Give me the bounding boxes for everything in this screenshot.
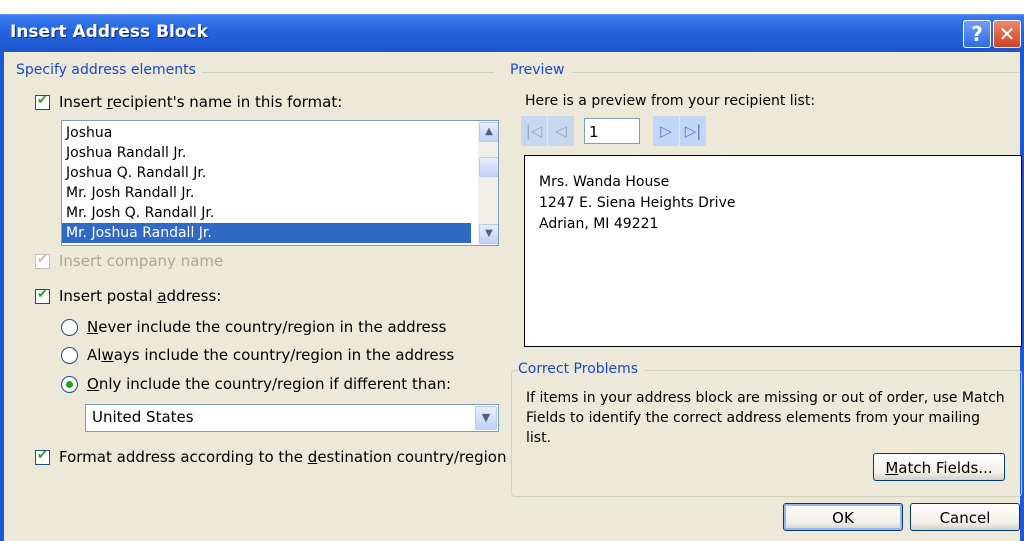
country-select[interactable]: United States ▼ [85,404,499,432]
address-line: 1247 E. Siena Heights Drive [539,195,736,211]
postal-address-label[interactable]: Insert postal address: [59,287,221,305]
group-divider [510,72,1020,73]
cancel-button[interactable]: Cancel [910,503,1020,531]
recipient-name-label[interactable]: Insert recipient's name in this format: [59,93,342,111]
title-bar: Insert Address Block ? ✕ [0,14,1024,53]
only-different-country-radio[interactable] [61,376,78,393]
correct-problems-text: If items in your address block are missi… [526,390,1005,446]
country-value: United States [92,408,194,426]
window-frame-left [0,52,4,541]
never-country-radio[interactable] [61,319,78,336]
always-country-radio[interactable] [61,347,78,364]
recipient-name-checkbox[interactable] [35,93,50,110]
address-line: Adrian, MI 49221 [539,216,659,232]
record-number-input[interactable]: 1 [584,118,640,144]
format-destination-checkbox[interactable] [35,448,50,465]
chevron-down-icon[interactable]: ▼ [475,406,497,430]
last-record-icon[interactable]: ▷| [680,116,706,146]
scroll-up-icon[interactable]: ▲ [479,122,498,142]
list-item[interactable]: Joshua Q. Randall Jr. [66,163,206,183]
listbox-scrollbar[interactable]: ▲ ▼ [478,121,498,245]
address-preview-box: Mrs. Wanda House 1247 E. Siena Heights D… [524,155,1022,347]
list-item[interactable]: Joshua Randall Jr. [66,143,186,163]
first-record-icon[interactable]: |◁ [521,116,547,146]
next-record-icon[interactable]: ▷ [653,116,679,146]
list-item-selected[interactable]: Mr. Joshua Randall Jr. [62,223,471,243]
previous-record-icon[interactable]: ◁ [548,116,574,146]
preview-intro: Here is a preview from your recipient li… [525,93,816,109]
match-fields-button[interactable]: Match Fields... [873,453,1005,481]
never-country-label[interactable]: Never include the country/region in the … [87,318,446,336]
ok-button[interactable]: OK [783,503,903,531]
company-name-label: Insert company name [59,252,224,270]
always-country-label[interactable]: Always include the country/region in the… [87,346,454,364]
name-format-listbox[interactable]: Joshua Joshua Randall Jr. Joshua Q. Rand… [61,120,499,246]
only-different-country-label[interactable]: Only include the country/region if diffe… [87,375,451,393]
preview-group-label: Preview [510,62,571,78]
help-button[interactable]: ? [963,20,991,48]
address-line: Mrs. Wanda House [539,174,670,190]
list-item[interactable]: Mr. Josh Randall Jr. [66,183,194,203]
list-item[interactable]: Joshua [66,123,112,143]
company-name-checkbox [35,252,50,269]
close-button[interactable]: ✕ [993,20,1021,48]
postal-address-checkbox[interactable] [35,287,50,304]
scroll-thumb[interactable] [479,157,498,177]
specify-elements-group-label: Specify address elements [16,62,202,78]
format-destination-label[interactable]: Format address according to the destinat… [59,448,506,466]
dialog-title: Insert Address Block [10,22,208,42]
correct-problems-label: Correct Problems [518,361,645,377]
scroll-down-icon[interactable]: ▼ [479,224,498,244]
list-item[interactable]: Mr. Josh Q. Randall Jr. [66,203,214,223]
